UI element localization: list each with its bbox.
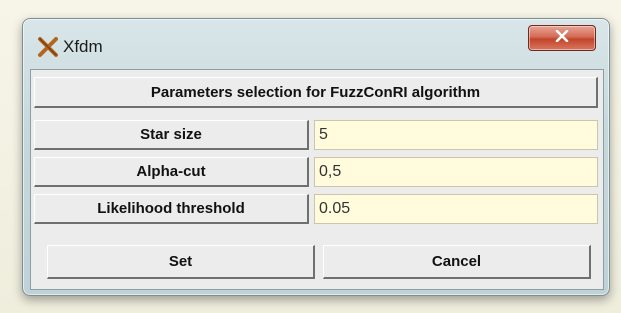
window-title: Xfdm bbox=[63, 37, 103, 56]
x-logo-icon bbox=[37, 36, 59, 58]
likelihood-threshold-input[interactable] bbox=[314, 194, 598, 224]
dialog-heading: Parameters selection for FuzzConRI algor… bbox=[34, 77, 598, 108]
dialog-window: Xfdm Parameters selection for FuzzConRI … bbox=[22, 18, 610, 296]
likelihood-threshold-label: Likelihood threshold bbox=[34, 194, 309, 224]
close-icon bbox=[555, 29, 569, 47]
star-size-input[interactable] bbox=[314, 120, 598, 150]
dialog-client-area: Parameters selection for FuzzConRI algor… bbox=[30, 69, 604, 290]
title-bar[interactable]: Xfdm bbox=[23, 19, 609, 67]
close-button[interactable] bbox=[528, 25, 596, 51]
cancel-button[interactable]: Cancel bbox=[323, 245, 591, 279]
star-size-label: Star size bbox=[34, 120, 309, 150]
set-button[interactable]: Set bbox=[47, 245, 315, 279]
alpha-cut-input[interactable] bbox=[314, 157, 598, 187]
alpha-cut-label: Alpha-cut bbox=[34, 157, 309, 187]
